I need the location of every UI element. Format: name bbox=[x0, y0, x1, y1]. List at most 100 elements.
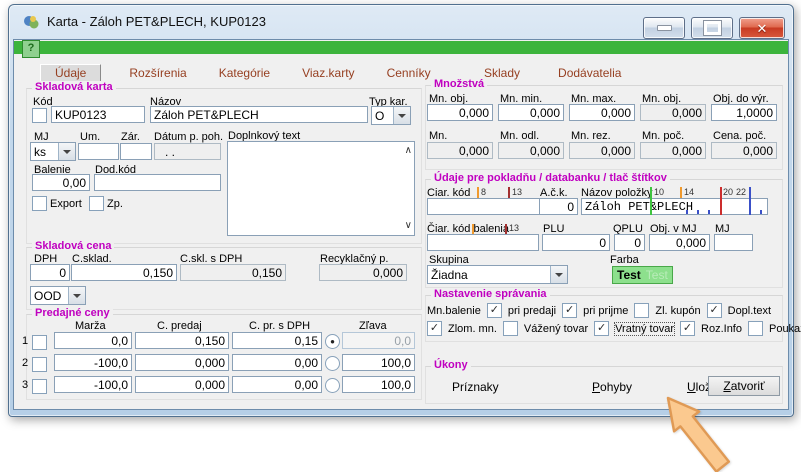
barcode-tick bbox=[650, 187, 652, 215]
doplnkovy-textarea[interactable]: ∧ ∨ bbox=[227, 141, 415, 236]
tab-dodavatelia[interactable]: Dodávatelia bbox=[554, 65, 625, 81]
zlom-mn-checkbox[interactable]: ✓ bbox=[427, 321, 442, 336]
price-row-3-radio[interactable] bbox=[325, 378, 340, 393]
typ-kar-select[interactable]: O bbox=[371, 106, 411, 125]
obj-v-mj-input[interactable]: 0,000 bbox=[649, 234, 710, 251]
price-row-3-checkbox[interactable] bbox=[32, 379, 47, 394]
mn-poc-input: 0,000 bbox=[640, 142, 706, 159]
recyklacny-input: 0,000 bbox=[319, 264, 407, 281]
section-title: Úkony bbox=[431, 359, 471, 371]
chevron-down-icon[interactable] bbox=[393, 107, 410, 124]
mn-rez-input: 0,000 bbox=[569, 142, 635, 159]
vratny-tovar-label: Vratný tovar bbox=[615, 323, 674, 335]
title-bar[interactable]: Karta - Záloh PET&PLECH, KUP0123 ✕ bbox=[9, 5, 793, 39]
pohyby-button[interactable]: Pohyby bbox=[592, 380, 632, 394]
kod-input[interactable]: KUP0123 bbox=[51, 106, 145, 123]
cena-poc-input: 0,000 bbox=[711, 142, 777, 159]
barcode-subtick bbox=[708, 210, 710, 214]
vratny-tovar-checkbox[interactable]: ✓ bbox=[594, 321, 609, 336]
nazov-input[interactable]: Záloh PET&PLECH bbox=[150, 106, 368, 123]
marza-input-2[interactable]: -100,0 bbox=[54, 354, 132, 371]
cpredaj-input-3[interactable]: 0,000 bbox=[135, 376, 229, 393]
zp-checkbox[interactable] bbox=[89, 196, 104, 211]
mn-odl-input: 0,000 bbox=[498, 142, 564, 159]
tab-udaje[interactable]: Údaje bbox=[40, 64, 101, 82]
ciar-kod-input[interactable] bbox=[427, 198, 542, 215]
dialog-window: Karta - Záloh PET&PLECH, KUP0123 ✕ ? Úda… bbox=[8, 4, 794, 417]
mj-right-input[interactable] bbox=[714, 234, 753, 251]
cpredaj-input-1[interactable]: 0,150 bbox=[135, 332, 229, 349]
scroll-down-icon[interactable]: ∨ bbox=[405, 221, 412, 231]
cprdph-input-3[interactable]: 0,00 bbox=[232, 376, 322, 393]
cprdph-input-1[interactable]: 0,15 bbox=[232, 332, 322, 349]
pri-predaji-checkbox[interactable]: ✓ bbox=[487, 303, 502, 318]
roz-info-label: Roz.Info bbox=[701, 323, 742, 335]
plu-input[interactable]: 0 bbox=[542, 234, 610, 251]
nazov-polozky-input[interactable]: Záloh PET&PLECH bbox=[581, 198, 768, 215]
maximize-button[interactable] bbox=[691, 17, 733, 39]
balenie-input[interactable]: 0,00 bbox=[32, 174, 90, 191]
marza-input-1[interactable]: 0,0 bbox=[54, 332, 132, 349]
poukaz-checkbox[interactable] bbox=[748, 321, 763, 336]
vazeny-tovar-checkbox[interactable] bbox=[503, 321, 518, 336]
section-title: Predajné ceny bbox=[32, 307, 113, 319]
mn-odl-label: Mn. odl. bbox=[500, 130, 539, 142]
zlava-header: Zľava bbox=[359, 320, 387, 332]
marza-header: Marža bbox=[75, 320, 106, 332]
skupina-select[interactable]: Žiadna bbox=[427, 265, 568, 284]
cprdph-input-2[interactable]: 0,00 bbox=[232, 354, 322, 371]
ciar-kod-balenia-input[interactable] bbox=[427, 234, 539, 251]
datum-input[interactable]: . . bbox=[154, 143, 221, 160]
cpredaj-header: C. predaj bbox=[157, 320, 202, 332]
price-row-2-checkbox[interactable] bbox=[32, 357, 47, 372]
zlava-input-1: 0,0 bbox=[342, 332, 415, 349]
mn-rez-label: Mn. rez. bbox=[571, 130, 611, 142]
kod-checkbox[interactable] bbox=[32, 108, 47, 123]
price-row-2-radio[interactable] bbox=[325, 356, 340, 371]
ack-input[interactable]: 0 bbox=[539, 198, 578, 215]
dialog-content: ? Údaje Rozšírenia Kategórie Viaz.karty … bbox=[13, 39, 789, 410]
cpredaj-input-2[interactable]: 0,000 bbox=[135, 354, 229, 371]
tab-cenniky[interactable]: Cenníky bbox=[383, 65, 435, 81]
price-row-1-radio[interactable]: ● bbox=[325, 334, 340, 349]
minimize-button[interactable] bbox=[643, 17, 685, 39]
mn-min-input[interactable]: 0,000 bbox=[498, 104, 564, 121]
priznaky-button[interactable]: Príznaky bbox=[452, 380, 499, 394]
obj-do-vyr-input[interactable]: 1,0000 bbox=[711, 104, 777, 121]
section-title: Skladová karta bbox=[32, 81, 116, 93]
tab-rozsirenia[interactable]: Rozšírenia bbox=[125, 65, 190, 81]
tick-label-20: 20 bbox=[723, 187, 733, 197]
ood-select[interactable]: OOD bbox=[30, 286, 86, 305]
barcode-subtick bbox=[697, 210, 699, 214]
chevron-down-icon[interactable] bbox=[58, 143, 75, 160]
dph-input[interactable]: 0 bbox=[30, 264, 70, 281]
help-button[interactable]: ? bbox=[22, 40, 40, 58]
close-button[interactable]: ✕ bbox=[739, 17, 785, 39]
kod-label: Kód bbox=[33, 96, 53, 108]
mn-max-input[interactable]: 0,000 bbox=[569, 104, 635, 121]
tab-kategorie[interactable]: Kategórie bbox=[215, 65, 274, 81]
qplu-input[interactable]: 0 bbox=[614, 234, 645, 251]
zl-kupon-checkbox[interactable] bbox=[634, 303, 649, 318]
tab-strip-left: Údaje Rozšírenia Kategórie Viaz.karty Ce… bbox=[40, 64, 435, 82]
scroll-up-icon[interactable]: ∧ bbox=[405, 146, 412, 156]
roz-info-checkbox[interactable]: ✓ bbox=[680, 321, 695, 336]
price-row-1-checkbox[interactable] bbox=[32, 335, 47, 350]
zlava-input-2[interactable]: 100,0 bbox=[342, 354, 415, 371]
mj-select[interactable]: ks bbox=[30, 142, 76, 161]
zar-input[interactable] bbox=[120, 143, 152, 160]
chevron-down-icon[interactable] bbox=[550, 266, 567, 283]
farba-swatch[interactable]: TestTest bbox=[612, 266, 673, 284]
csklad-input[interactable]: 0,150 bbox=[71, 264, 177, 281]
chevron-down-icon[interactable] bbox=[68, 287, 85, 304]
pri-prijme-checkbox[interactable]: ✓ bbox=[562, 303, 577, 318]
dod-kod-input[interactable] bbox=[94, 174, 221, 191]
tab-viaz-karty[interactable]: Viaz.karty bbox=[298, 65, 358, 81]
app-icon bbox=[23, 14, 40, 31]
dopl-text-checkbox[interactable]: ✓ bbox=[707, 303, 722, 318]
um-input[interactable] bbox=[78, 143, 119, 160]
mn-obj-input[interactable]: 0,000 bbox=[427, 104, 493, 121]
marza-input-3[interactable]: -100,0 bbox=[54, 376, 132, 393]
export-checkbox[interactable] bbox=[32, 196, 47, 211]
zlava-input-3[interactable]: 100,0 bbox=[342, 376, 415, 393]
